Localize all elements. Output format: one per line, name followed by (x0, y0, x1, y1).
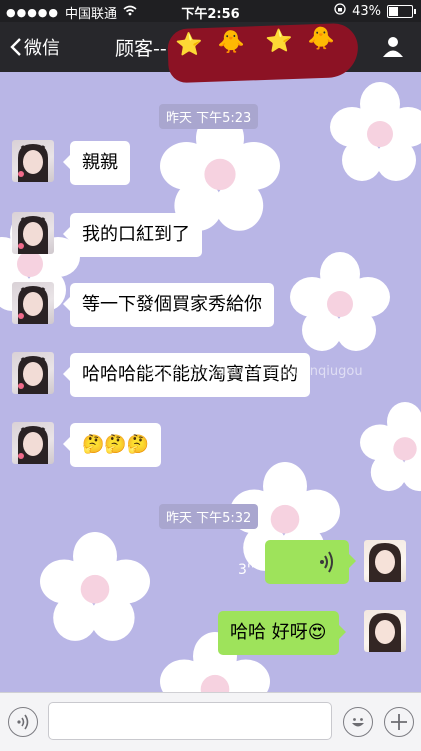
star-icon: ⭐ (175, 32, 204, 59)
back-button[interactable]: 微信 (10, 34, 60, 60)
avatar-girl-icon (18, 144, 48, 182)
voice-message-bubble[interactable] (265, 540, 356, 584)
chat-area[interactable]: 昨天 下午5:23 親親 我的口紅到了 等一下發個買家秀給你 哈哈哈能不能放淘寶… (0, 72, 421, 692)
my-avatar[interactable] (364, 610, 406, 652)
contact-avatar[interactable] (12, 282, 54, 324)
my-avatar[interactable] (364, 540, 406, 582)
back-label: 微信 (24, 38, 60, 59)
chat-title: 顾客-- (115, 38, 167, 60)
timestamp: 昨天 下午5:32 (159, 504, 259, 529)
watermark: weibo.com/xiaoxianhuquanqiugou (140, 364, 363, 379)
voice-icon (17, 714, 29, 730)
flower-decoration (290, 252, 390, 351)
status-bar: ●●●●● 中国联通 下午2:56 43% (0, 0, 421, 22)
chick-icon: 🐥 (307, 26, 336, 53)
avatar-girl-icon (18, 426, 48, 464)
voice-duration: 3'' (238, 562, 255, 578)
avatar-girl-icon (18, 216, 48, 254)
star-icon: ⭐ (265, 28, 294, 55)
rotation-lock-icon (334, 3, 346, 19)
person-icon (383, 37, 403, 57)
avatar-girl-icon (18, 286, 48, 324)
voice-input-button[interactable] (8, 707, 38, 737)
flower-decoration (40, 532, 150, 641)
add-icon (391, 714, 407, 730)
flower-decoration (330, 82, 421, 181)
message-bubble-incoming[interactable]: 親親 (63, 141, 130, 185)
battery-percent: 43% (352, 3, 381, 19)
message-bubble-incoming[interactable]: 🤔🤔🤔 (62, 423, 162, 467)
avatar-girl-icon (369, 543, 401, 582)
contact-info-button[interactable] (381, 34, 405, 58)
input-bar (0, 692, 421, 751)
chick-icon: 🐥 (217, 29, 246, 56)
message-bubble-incoming[interactable]: 等一下發個買家秀給你 (63, 283, 274, 327)
message-input[interactable] (48, 702, 332, 740)
emoji-icon (352, 718, 364, 727)
emoji-button[interactable] (343, 707, 373, 737)
battery-icon (387, 4, 416, 18)
message-bubble-incoming[interactable]: 我的口紅到了 (63, 213, 202, 257)
contact-avatar[interactable] (12, 140, 54, 182)
voice-wave-icon (320, 551, 333, 573)
contact-avatar[interactable] (12, 212, 54, 254)
contact-avatar[interactable] (12, 352, 54, 394)
chevron-left-icon (10, 38, 21, 56)
avatar-girl-icon (369, 613, 401, 652)
timestamp: 昨天 下午5:23 (159, 104, 259, 129)
avatar-girl-icon (18, 356, 48, 394)
add-button[interactable] (384, 707, 414, 737)
contact-avatar[interactable] (12, 422, 54, 464)
flower-decoration (360, 402, 421, 492)
message-bubble-outgoing[interactable]: 哈哈 好呀😍 (218, 611, 345, 655)
